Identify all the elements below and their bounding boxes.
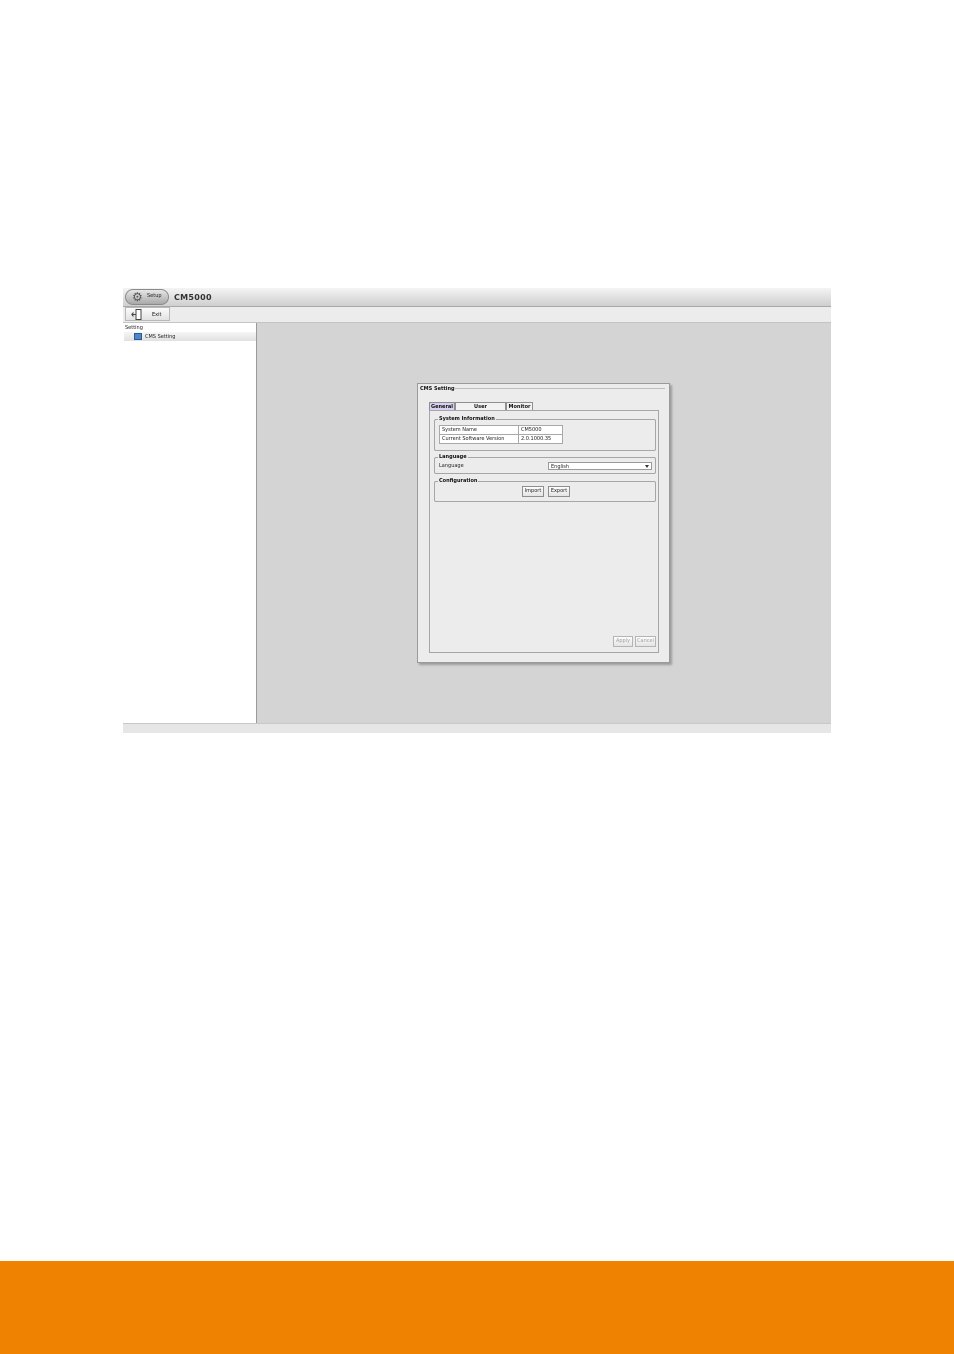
setup-button-label: Setup bbox=[147, 293, 162, 299]
exit-button[interactable]: Exit bbox=[125, 307, 170, 321]
cms-setting-dialog: CMS Setting General User Management Moni… bbox=[417, 383, 670, 663]
sidebar-title: Setting bbox=[125, 325, 143, 331]
exit-button-label: Exit bbox=[152, 312, 162, 318]
language-label: Language bbox=[439, 463, 464, 469]
language-group: Language Language English bbox=[434, 454, 656, 474]
configuration-group: Configuration Import Export bbox=[434, 478, 656, 502]
title-bar: ⚙ Setup CM5000 bbox=[123, 288, 831, 307]
dialog-title: CMS Setting bbox=[420, 386, 455, 392]
status-bar bbox=[123, 723, 831, 733]
app-title: CM5000 bbox=[174, 293, 212, 302]
system-information-group: System Information System Name CM5000 Cu… bbox=[434, 416, 656, 451]
gear-icon: ⚙ bbox=[132, 290, 143, 304]
language-select[interactable]: English bbox=[548, 462, 652, 470]
export-button[interactable]: Export bbox=[548, 486, 570, 497]
table-row: Current Software Version 2.0.1000.35 bbox=[439, 434, 563, 444]
footer-band bbox=[0, 1261, 954, 1354]
software-version-value: 2.0.1000.35 bbox=[518, 434, 563, 444]
toolbar: Exit bbox=[123, 307, 831, 323]
cancel-button[interactable]: Cancel bbox=[635, 636, 656, 647]
dialog-title-divider bbox=[455, 388, 665, 389]
language-select-value: English bbox=[551, 464, 570, 470]
sidebar: Setting CMS Setting bbox=[123, 323, 257, 723]
setup-button[interactable]: ⚙ Setup bbox=[125, 289, 169, 305]
apply-button[interactable]: Apply bbox=[613, 636, 633, 647]
sidebar-item-label: CMS Setting bbox=[145, 334, 176, 340]
exit-door-icon bbox=[131, 309, 142, 320]
language-legend: Language bbox=[438, 454, 468, 460]
chevron-down-icon bbox=[645, 465, 649, 468]
system-information-legend: System Information bbox=[438, 416, 496, 422]
app-window: ⚙ Setup CM5000 Exit Setting CMS Setting … bbox=[123, 288, 831, 733]
table-row: System Name CM5000 bbox=[439, 425, 563, 435]
sidebar-item-cms-setting[interactable]: CMS Setting bbox=[124, 332, 256, 341]
system-name-label: System Name bbox=[439, 425, 519, 435]
import-button[interactable]: Import bbox=[522, 486, 544, 497]
system-name-value: CM5000 bbox=[518, 425, 563, 435]
configuration-legend: Configuration bbox=[438, 478, 479, 484]
software-version-label: Current Software Version bbox=[439, 434, 519, 444]
general-tab-panel: System Information System Name CM5000 Cu… bbox=[429, 410, 659, 653]
system-information-table: System Name CM5000 Current Software Vers… bbox=[439, 425, 563, 444]
settings-tree-icon bbox=[134, 333, 142, 340]
